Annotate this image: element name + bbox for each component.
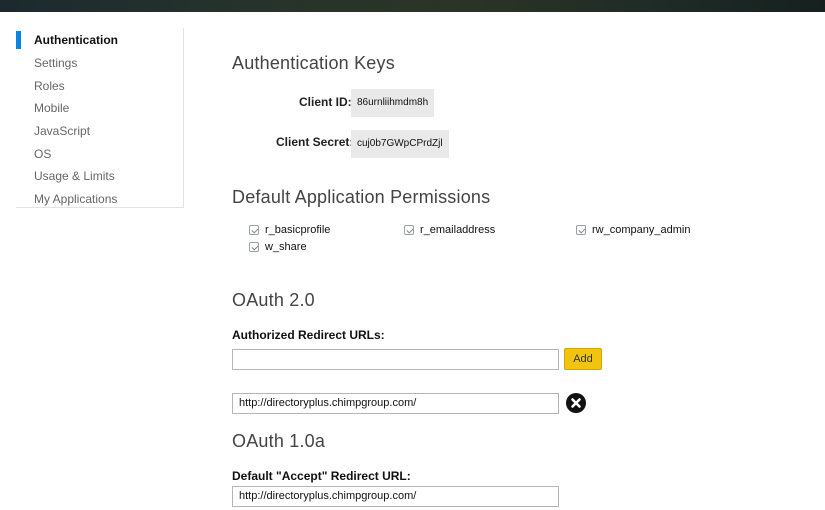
active-indicator bbox=[16, 31, 21, 49]
top-banner bbox=[0, 0, 825, 12]
redirect-url-input[interactable] bbox=[232, 349, 559, 370]
sidebar-item-os[interactable]: OS bbox=[34, 147, 51, 161]
checkbox-icon[interactable] bbox=[249, 225, 259, 235]
permission-label: rw_company_admin bbox=[592, 224, 691, 236]
accept-url-input[interactable]: http://directoryplus.chimpgroup.com/ bbox=[232, 486, 559, 507]
accept-url-label: Default "Accept" Redirect URL: bbox=[232, 469, 411, 483]
redirect-urls-label: Authorized Redirect URLs: bbox=[232, 328, 385, 342]
checkbox-icon[interactable] bbox=[404, 225, 414, 235]
permission-r-emailaddress[interactable]: r_emailaddress bbox=[404, 224, 495, 236]
oauth1-heading: OAuth 1.0a bbox=[232, 431, 326, 451]
add-url-button[interactable]: Add bbox=[564, 348, 602, 370]
sidebar-item-mobile[interactable]: Mobile bbox=[34, 101, 69, 115]
permission-label: r_basicprofile bbox=[265, 224, 331, 236]
client-secret-value: cuj0b7GWpCPrdZjl bbox=[351, 130, 449, 158]
sidebar-item-authentication[interactable]: Authentication bbox=[34, 33, 118, 47]
client-id-label: Client ID: bbox=[299, 95, 352, 109]
oauth2-heading: OAuth 2.0 bbox=[232, 290, 315, 310]
sidebar-nav: Authentication Settings Roles Mobile Jav… bbox=[16, 28, 184, 208]
client-id-value: 86urnliihmdm8h bbox=[351, 89, 435, 117]
checkbox-icon[interactable] bbox=[576, 225, 586, 235]
permissions-heading: Default Application Permissions bbox=[232, 187, 491, 207]
remove-url-icon[interactable] bbox=[566, 393, 586, 413]
permission-rw-company-admin[interactable]: rw_company_admin bbox=[576, 224, 690, 236]
checkbox-icon[interactable] bbox=[249, 242, 259, 252]
sidebar-item-javascript[interactable]: JavaScript bbox=[34, 124, 90, 138]
sidebar-item-my-applications[interactable]: My Applications bbox=[34, 192, 117, 206]
redirect-url-entry[interactable]: http://directoryplus.chimpgroup.com/ bbox=[232, 393, 559, 414]
permission-r-basicprofile[interactable]: r_basicprofile bbox=[249, 224, 330, 236]
sidebar-item-usage-limits[interactable]: Usage & Limits bbox=[34, 169, 115, 183]
permission-label: r_emailaddress bbox=[420, 224, 496, 236]
client-secret-label: Client Secret: bbox=[276, 135, 354, 149]
permission-w-share[interactable]: w_share bbox=[249, 241, 307, 253]
sidebar-item-roles[interactable]: Roles bbox=[34, 79, 65, 93]
permission-label: w_share bbox=[265, 241, 307, 253]
sidebar-item-settings[interactable]: Settings bbox=[34, 56, 77, 70]
auth-keys-heading: Authentication Keys bbox=[232, 53, 395, 73]
